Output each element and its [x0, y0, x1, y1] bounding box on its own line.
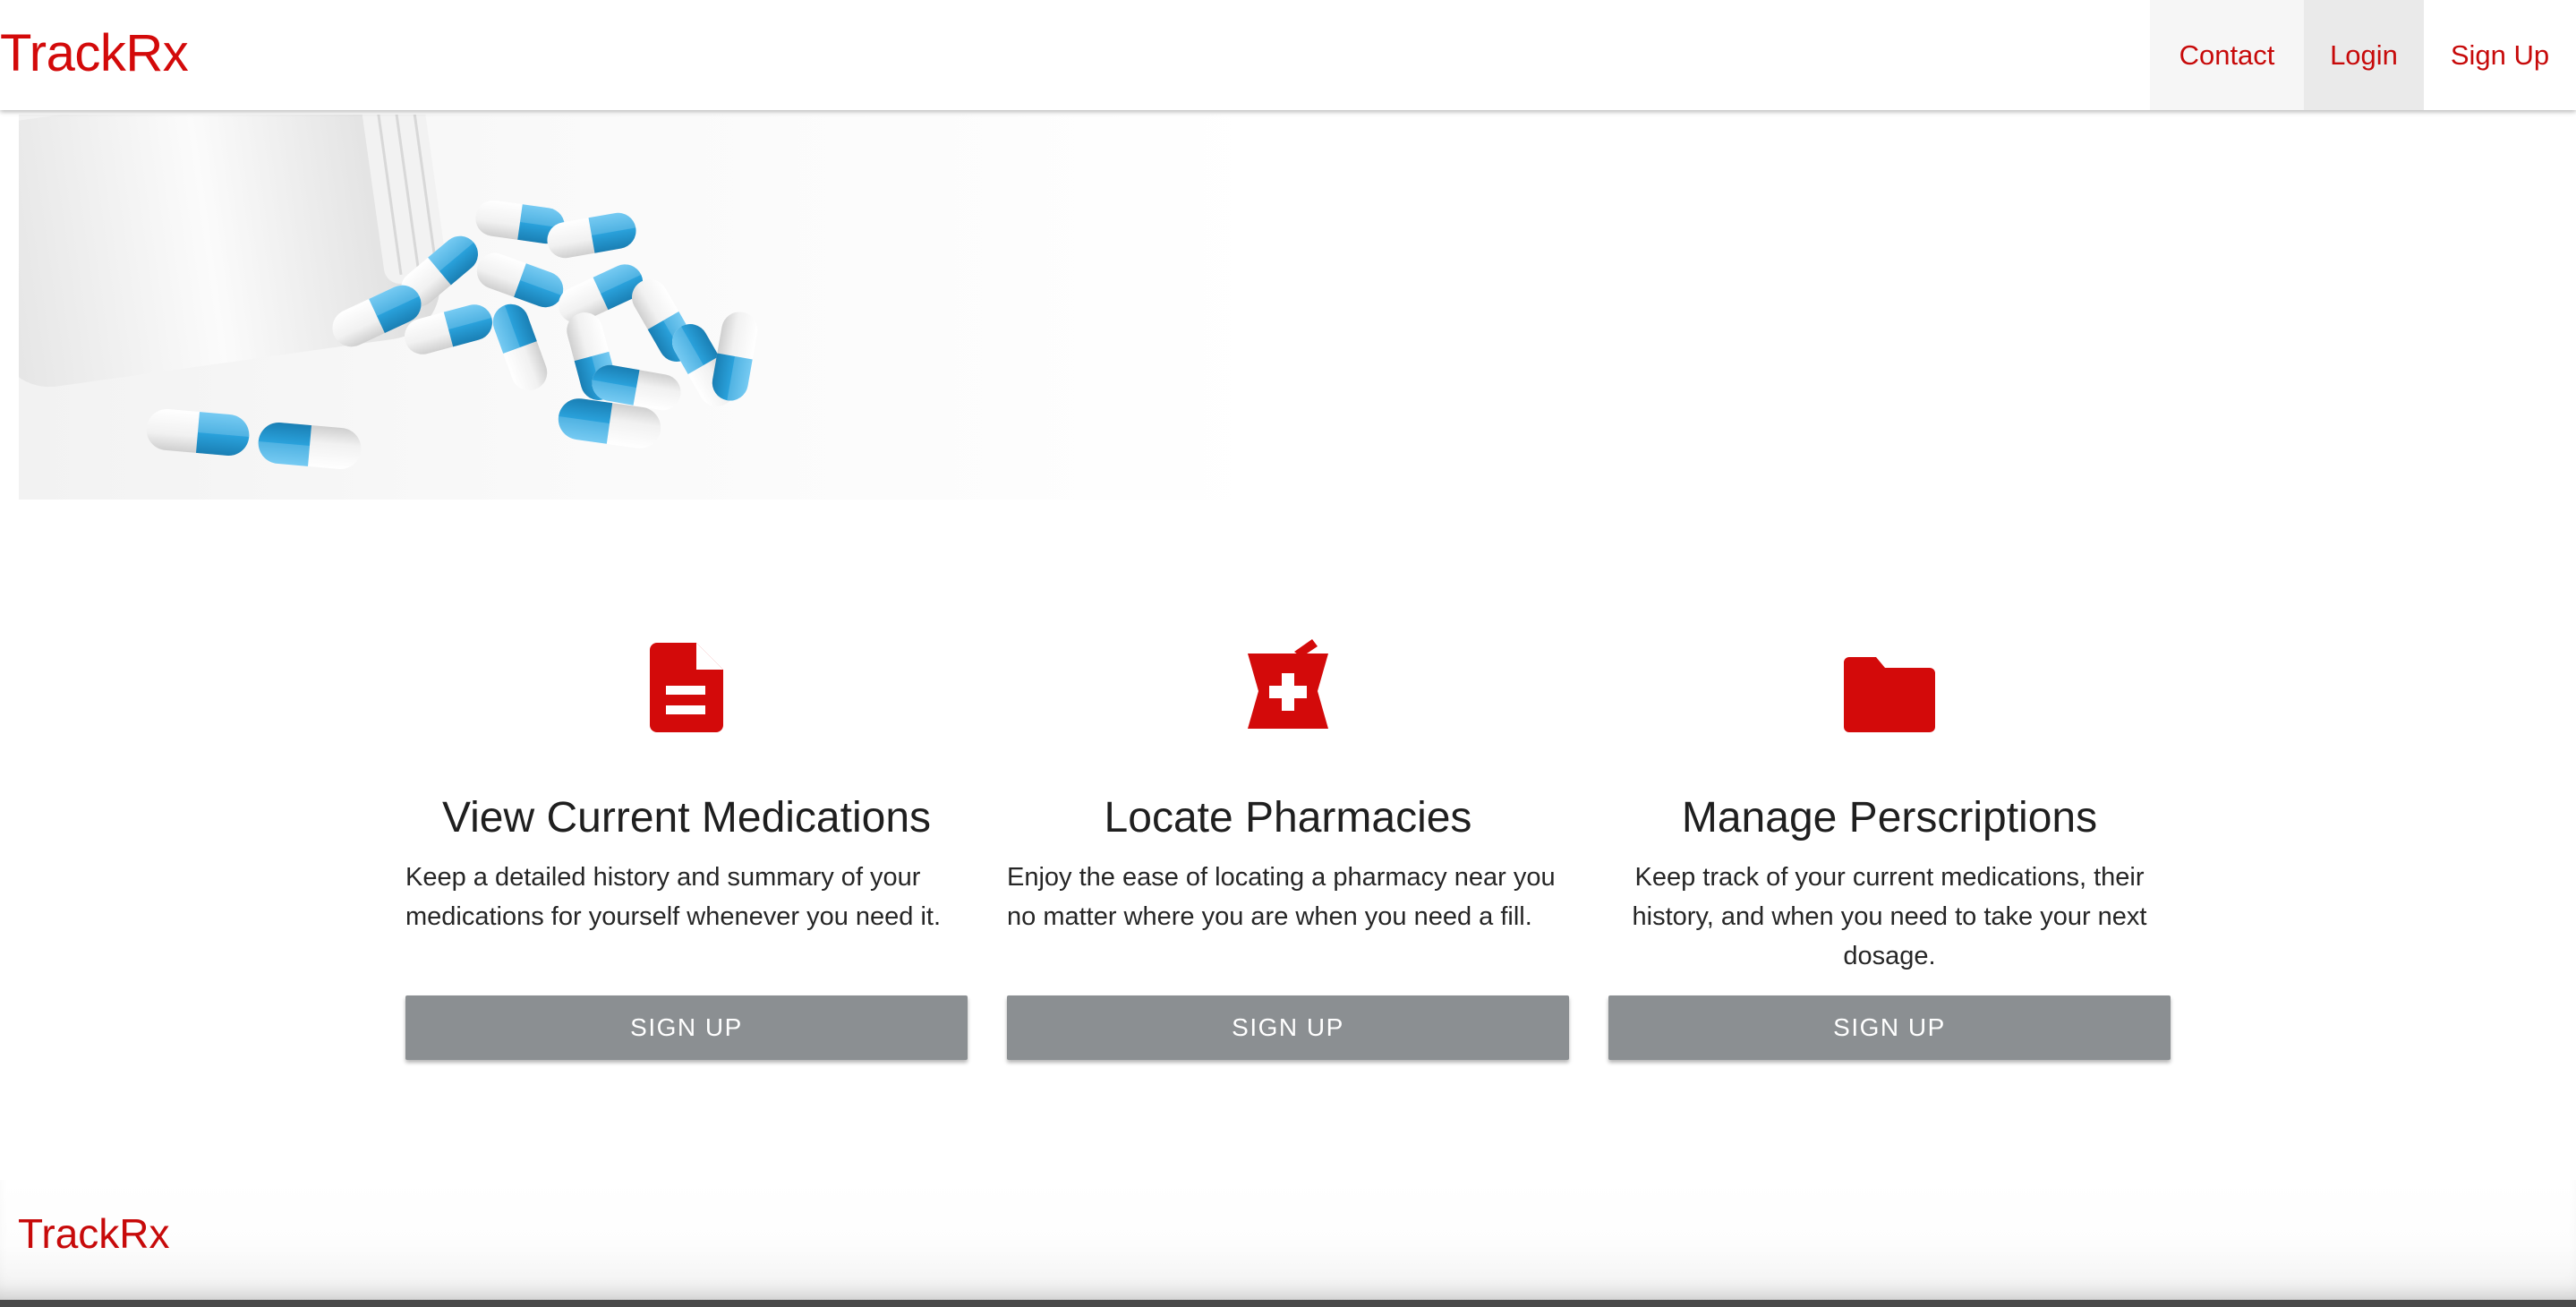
feature-description: Enjoy the ease of locating a pharmacy ne… — [1007, 863, 1556, 931]
brand-logo-link[interactable]: TrackRx — [0, 18, 189, 90]
signup-button-pharmacies[interactable]: SIGN UP — [1007, 995, 1569, 1060]
signup-button-prescriptions[interactable]: SIGN UP — [1608, 995, 2171, 1060]
feature-description: Keep a detailed history and summary of y… — [405, 863, 942, 931]
footer: TrackRx — [0, 1180, 2576, 1300]
nav-menu: Contact Login Sign Up — [2150, 0, 2576, 110]
top-navbar: TrackRx Contact Login Sign Up — [0, 0, 2576, 110]
pill-bottle — [19, 115, 447, 388]
page: TrackRx Contact Login Sign Up View Curre… — [0, 0, 2576, 1307]
feature-title: View Current Medications — [441, 794, 932, 841]
nav-signup-link[interactable]: Sign Up — [2424, 0, 2576, 110]
feature-title: Locate Pharmacies — [1104, 794, 1472, 841]
feature-description: Keep track of your current medications, … — [1632, 863, 2147, 970]
document-icon — [405, 636, 968, 732]
feature-view-medications: View Current Medications Keep a detailed… — [405, 636, 968, 1060]
nav-contact-link[interactable]: Contact — [2150, 0, 2304, 110]
hero-pills-image — [19, 115, 1263, 500]
folder-icon — [1608, 636, 2171, 732]
signup-button-medications[interactable]: SIGN UP — [405, 995, 968, 1060]
footer-brand[interactable]: TrackRx — [18, 1207, 170, 1260]
window-bottom-edge — [0, 1300, 2576, 1307]
feature-title: Manage Perscriptions — [1681, 794, 2098, 841]
feature-locate-pharmacies: Locate Pharmacies Enjoy the ease of loca… — [1007, 636, 1569, 1060]
feature-manage-prescriptions: Manage Perscriptions Keep track of your … — [1608, 636, 2171, 1060]
nav-login-link[interactable]: Login — [2304, 0, 2424, 110]
pharmacy-icon — [1007, 636, 1569, 732]
pills-illustration — [19, 115, 761, 471]
